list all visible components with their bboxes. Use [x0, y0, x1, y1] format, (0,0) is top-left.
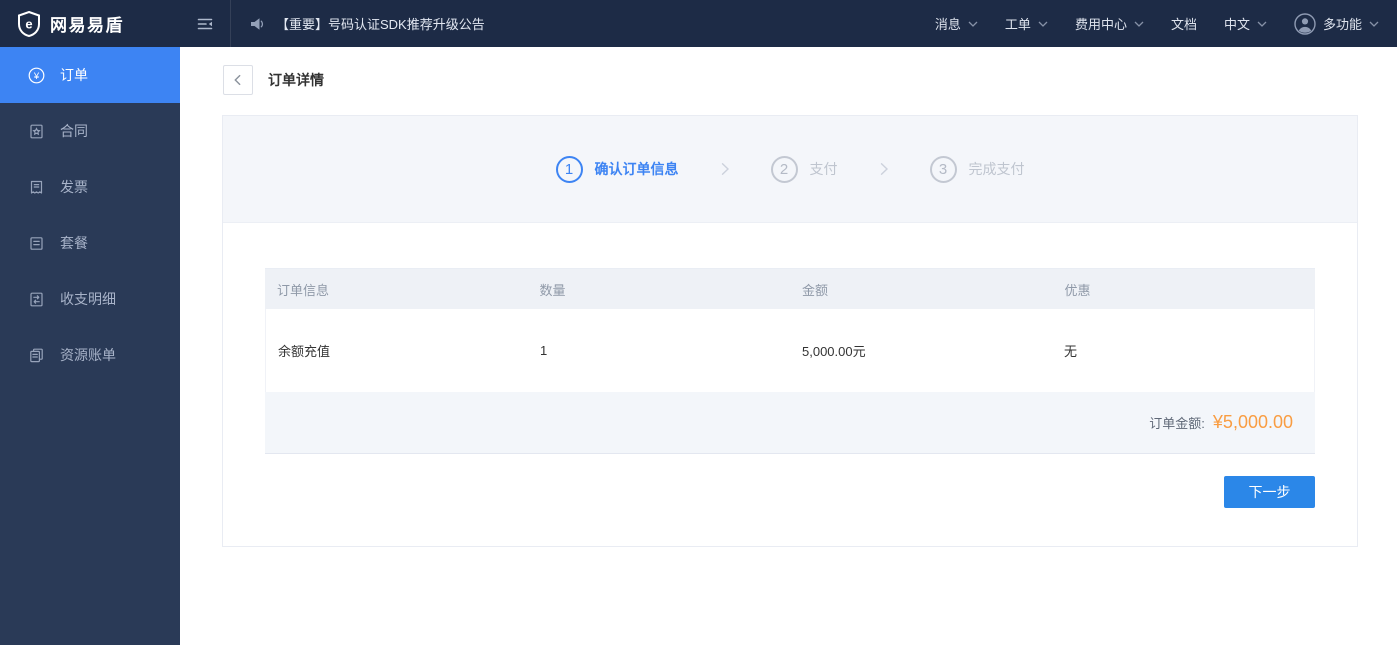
chevron-left-icon	[231, 73, 245, 87]
table-header-row: 订单信息 数量 金额 优惠	[265, 268, 1315, 309]
sidebar-item-label: 订单	[60, 67, 88, 83]
topbar: e 网易易盾 【重要】号码认证SDK推荐升级公告 消息 工单 费用中心 文档 中…	[0, 0, 1397, 47]
main-content: 订单详情 1 确认订单信息 2 支付 3 完成支付 订单信息 数量 金额 优惠 …	[180, 47, 1397, 645]
top-navigation: 消息 工单 费用中心 文档 中文 多功能	[935, 12, 1397, 35]
chevron-right-icon	[717, 161, 733, 177]
sidebar-item-orders[interactable]: ¥ 订单	[0, 47, 180, 103]
sidebar-item-resource-bills[interactable]: 资源账单	[0, 327, 180, 383]
step-confirm-order: 1 确认订单信息	[555, 155, 679, 183]
table-row: 余额充值 1 5,000.00元 无	[265, 309, 1315, 392]
column-header-quantity: 数量	[539, 282, 566, 298]
chevron-down-icon	[968, 21, 978, 27]
step-label: 确认订单信息	[594, 161, 679, 177]
nav-label: 费用中心	[1074, 17, 1127, 32]
announcement-text: 【重要】号码认证SDK推荐升级公告	[276, 17, 485, 32]
order-total-row: 订单金额: ¥5,000.00	[265, 392, 1315, 454]
chevron-down-icon	[1134, 21, 1144, 27]
action-bar: 下一步	[265, 476, 1315, 508]
cell-order-info: 余额充值	[278, 344, 331, 359]
sidebar-item-label: 收支明细	[60, 291, 116, 307]
sidebar-item-label: 资源账单	[60, 347, 116, 363]
cell-quantity: 1	[540, 343, 548, 358]
step-pay: 2 支付	[770, 155, 838, 183]
column-header-discount: 优惠	[1064, 282, 1091, 298]
step-label: 完成支付	[968, 161, 1025, 177]
step-number-badge: 1	[555, 155, 583, 183]
user-menu-label: 多功能	[1322, 17, 1362, 32]
nav-label: 消息	[934, 17, 961, 32]
package-icon	[28, 235, 45, 252]
chevron-down-icon	[1038, 21, 1048, 27]
step-label: 支付	[809, 161, 838, 177]
steps: 1 确认订单信息 2 支付 3 完成支付	[555, 155, 1025, 183]
svg-text:e: e	[25, 16, 32, 31]
sidebar-item-invoices[interactable]: 发票	[0, 159, 180, 215]
order-total-value: ¥5,000.00	[1212, 412, 1293, 432]
nav-work-orders[interactable]: 工单	[1005, 14, 1048, 33]
svg-text:¥: ¥	[33, 71, 40, 82]
sidebar-item-label: 发票	[60, 179, 88, 195]
nav-billing-center[interactable]: 费用中心	[1075, 14, 1144, 33]
back-button[interactable]	[223, 65, 253, 95]
speaker-icon	[249, 16, 265, 32]
chevron-down-icon	[1369, 21, 1379, 27]
card-body: 订单信息 数量 金额 优惠 余额充值 1 5,000.00元 无 订单金额: ¥…	[223, 223, 1357, 508]
order-yen-icon: ¥	[28, 67, 45, 84]
sidebar-item-label: 套餐	[60, 235, 88, 251]
user-menu[interactable]: 多功能	[1294, 12, 1379, 35]
next-step-button[interactable]: 下一步	[1224, 476, 1315, 508]
invoice-icon	[28, 179, 45, 196]
sidebar-item-transactions[interactable]: 收支明细	[0, 271, 180, 327]
nav-label: 中文	[1223, 17, 1250, 32]
order-detail-card: 1 确认订单信息 2 支付 3 完成支付 订单信息 数量 金额 优惠 余额充值 …	[222, 115, 1358, 547]
sidebar-item-label: 合同	[60, 123, 88, 139]
resource-bill-icon	[28, 347, 45, 364]
cell-discount: 无	[1064, 344, 1078, 359]
chevron-right-icon	[876, 161, 892, 177]
column-header-order-info: 订单信息	[277, 282, 330, 298]
nav-label: 文档	[1170, 17, 1197, 32]
cell-amount: 5,000.00元	[802, 344, 866, 359]
column-header-amount: 金额	[802, 282, 829, 298]
step-number-badge: 3	[929, 155, 957, 183]
sidebar-collapse-button[interactable]	[180, 0, 231, 47]
step-number-badge: 2	[770, 155, 798, 183]
chevron-down-icon	[1257, 21, 1267, 27]
sidebar-item-packages[interactable]: 套餐	[0, 215, 180, 271]
avatar-icon	[1294, 12, 1316, 35]
page-title: 订单详情	[268, 72, 324, 88]
stepper-bar: 1 确认订单信息 2 支付 3 完成支付	[223, 116, 1357, 223]
nav-docs[interactable]: 文档	[1171, 14, 1197, 33]
nav-label: 工单	[1004, 17, 1031, 32]
nav-messages[interactable]: 消息	[935, 14, 978, 33]
sidebar: ¥ 订单 合同 发票 套餐 收支明细 资源账单	[0, 47, 180, 645]
logo-text: 网易易盾	[50, 16, 124, 35]
transactions-icon	[28, 291, 45, 308]
order-table: 订单信息 数量 金额 优惠 余额充值 1 5,000.00元 无 订单金额: ¥…	[265, 268, 1315, 454]
contract-icon	[28, 123, 45, 140]
logo[interactable]: e 网易易盾	[0, 0, 180, 47]
order-total-label: 订单金额:	[1149, 416, 1205, 431]
shield-logo-icon: e	[17, 10, 41, 37]
collapse-menu-icon	[195, 14, 215, 34]
announcement-bar[interactable]: 【重要】号码认证SDK推荐升级公告	[231, 14, 485, 33]
nav-language[interactable]: 中文	[1224, 14, 1267, 33]
step-payment-complete: 3 完成支付	[929, 155, 1025, 183]
page-header: 订单详情	[180, 47, 1397, 95]
sidebar-item-contracts[interactable]: 合同	[0, 103, 180, 159]
